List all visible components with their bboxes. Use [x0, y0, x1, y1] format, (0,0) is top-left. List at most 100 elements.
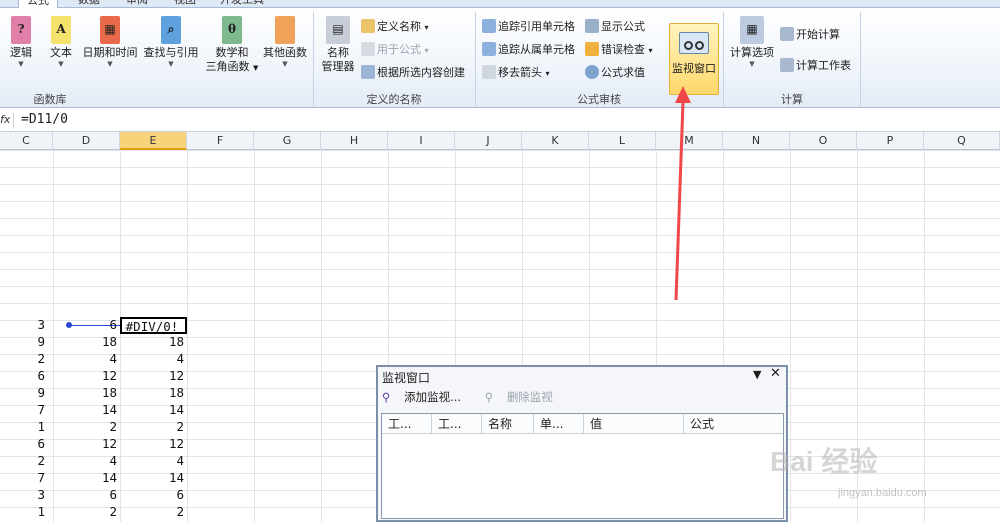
column-header-m[interactable]: M [656, 132, 723, 150]
cell-e-row-11[interactable]: 6 [120, 487, 187, 504]
formula-bar: fx =D11/0 [0, 110, 1000, 132]
column-header-g[interactable]: G [254, 132, 321, 150]
use-in-formula-button[interactable]: 用于公式 ▾ [361, 41, 429, 59]
text-button[interactable]: A 文本 ▼ [46, 16, 76, 68]
formula-input[interactable]: =D11/0 [21, 112, 68, 127]
lookup-button[interactable]: ⌕ 查找与引用 ▼ [143, 16, 199, 68]
cell-d-row-8[interactable]: 12 [53, 436, 120, 453]
cell-d-row-10[interactable]: 14 [53, 470, 120, 487]
name-manager-button[interactable]: ▤ 名称 管理器 [318, 16, 358, 74]
cell-d-row-3[interactable]: 4 [53, 351, 120, 368]
cell-e-row-12[interactable]: 2 [120, 504, 187, 521]
cell-c-row-12[interactable]: 1 [0, 504, 48, 521]
cell-c-row-3[interactable]: 2 [0, 351, 48, 368]
cell-e-row-9[interactable]: 4 [120, 453, 187, 470]
cell-e-row-2[interactable]: 18 [120, 334, 187, 351]
grid-row-line [0, 252, 1000, 253]
math-trig-button[interactable]: θ 数学和 三角函数 ▼ [204, 16, 260, 75]
column-header-c[interactable]: C [0, 132, 53, 150]
cell-e-row-10[interactable]: 14 [120, 470, 187, 487]
column-header-f[interactable]: F [187, 132, 254, 150]
cell-e-row-5[interactable]: 18 [120, 385, 187, 402]
column-header-n[interactable]: N [723, 132, 790, 150]
cell-c-row-6[interactable]: 7 [0, 402, 48, 419]
column-header-l[interactable]: L [589, 132, 656, 150]
cell-d-row-6[interactable]: 14 [53, 402, 120, 419]
logical-button[interactable]: ? 逻辑 ▼ [6, 16, 36, 68]
group-label-function-library: 函数库 [33, 93, 67, 106]
define-name-button[interactable]: 定义名称 ▾ [361, 18, 429, 36]
column-header-q[interactable]: Q [924, 132, 1000, 150]
cell-d-row-12[interactable]: 2 [53, 504, 120, 521]
date-time-button[interactable]: ▦ 日期和时间 ▼ [82, 16, 138, 68]
calc-now-button[interactable]: 开始计算 [780, 26, 840, 44]
column-header-d[interactable]: D [53, 132, 120, 150]
cell-d-row-9[interactable]: 4 [53, 453, 120, 470]
watch-col-workbook[interactable]: 工... [382, 414, 432, 434]
dropdown-icon[interactable]: ▼ [753, 368, 761, 381]
cell-d-row-5[interactable]: 18 [53, 385, 120, 402]
cell-c-row-4[interactable]: 6 [0, 368, 48, 385]
grid-row-line [0, 235, 1000, 236]
delete-watch-button[interactable]: ⚲ 删除监视 [485, 390, 563, 404]
cell-d-row-2[interactable]: 18 [53, 334, 120, 351]
column-header-i[interactable]: I [388, 132, 455, 150]
cell-c-row-11[interactable]: 3 [0, 487, 48, 504]
tab-review[interactable]: 审阅 [126, 0, 148, 8]
watch-col-sheet[interactable]: 工... [432, 414, 482, 434]
watch-col-cell[interactable]: 单... [534, 414, 584, 434]
column-header-e[interactable]: E [120, 132, 187, 150]
column-header-o[interactable]: O [790, 132, 857, 150]
cell-d-row-4[interactable]: 12 [53, 368, 120, 385]
create-from-selection-button[interactable]: 根据所选内容创建 [361, 64, 465, 82]
cell-d-row-11[interactable]: 6 [53, 487, 120, 504]
watch-window-button[interactable]: 监视窗口 [669, 23, 719, 95]
cell-e-row-6[interactable]: 14 [120, 402, 187, 419]
column-header-p[interactable]: P [857, 132, 924, 150]
grid-column-line [187, 150, 188, 522]
fx-icon[interactable]: fx [0, 113, 14, 129]
watch-col-name[interactable]: 名称 [482, 414, 534, 434]
more-functions-button[interactable]: 其他函数 ▼ [262, 16, 308, 68]
create-from-selection-icon [361, 65, 375, 79]
cell-c-row-1[interactable]: 3 [0, 317, 48, 334]
chevron-down-icon: ▼ [282, 60, 288, 68]
cell-e-row-4[interactable]: 12 [120, 368, 187, 385]
cell-e-row-7[interactable]: 2 [120, 419, 187, 436]
calc-sheet-button[interactable]: 计算工作表 [780, 57, 851, 75]
watch-toolbar: ⚲ 添加监视... ⚲ 删除监视 [382, 389, 573, 405]
column-header-k[interactable]: K [522, 132, 589, 150]
cell-c-row-2[interactable]: 9 [0, 334, 48, 351]
trace-precedents-button[interactable]: 追踪引用单元格 [482, 18, 575, 36]
grid-row-line [0, 184, 1000, 185]
tab-data[interactable]: 数据 [78, 0, 100, 8]
calc-options-button[interactable]: ▦ 计算选项 ▼ [728, 16, 776, 68]
show-formulas-button[interactable]: 显示公式 [585, 18, 645, 36]
ribbon-tab-strip: 公式 数据 审阅 视图 开发工具 [0, 0, 1000, 8]
column-header-j[interactable]: J [455, 132, 522, 150]
error-checking-button[interactable]: 错误检查 ▾ [585, 41, 653, 59]
evaluate-formula-button[interactable]: 公式求值 [585, 64, 645, 82]
trace-dependents-button[interactable]: 追踪从属单元格 [482, 41, 575, 59]
cell-e-row-3[interactable]: 4 [120, 351, 187, 368]
tab-view[interactable]: 视图 [174, 0, 196, 8]
text-book-icon: A [51, 16, 71, 44]
cell-c-row-8[interactable]: 6 [0, 436, 48, 453]
cell-c-row-5[interactable]: 9 [0, 385, 48, 402]
watch-list[interactable]: 工... 工... 名称 单... 值 公式 [381, 413, 784, 519]
cell-d-row-1[interactable]: 6 [53, 317, 120, 334]
tab-developer[interactable]: 开发工具 [220, 0, 264, 8]
cell-c-row-7[interactable]: 1 [0, 419, 48, 436]
cell-e-row-1[interactable]: #DIV/0! [120, 317, 187, 334]
remove-arrows-button[interactable]: 移去箭头 ▾ [482, 64, 550, 82]
column-header-h[interactable]: H [321, 132, 388, 150]
tab-formulas[interactable]: 公式 [18, 0, 58, 8]
add-watch-button[interactable]: ⚲ 添加监视... [382, 390, 471, 404]
cell-d-row-7[interactable]: 2 [53, 419, 120, 436]
cell-e-row-8[interactable]: 12 [120, 436, 187, 453]
cell-c-row-9[interactable]: 2 [0, 453, 48, 470]
watch-col-formula[interactable]: 公式 [684, 414, 783, 434]
cell-c-row-10[interactable]: 7 [0, 470, 48, 487]
watch-col-value[interactable]: 值 [584, 414, 684, 434]
close-icon[interactable]: ✕ [770, 366, 781, 381]
